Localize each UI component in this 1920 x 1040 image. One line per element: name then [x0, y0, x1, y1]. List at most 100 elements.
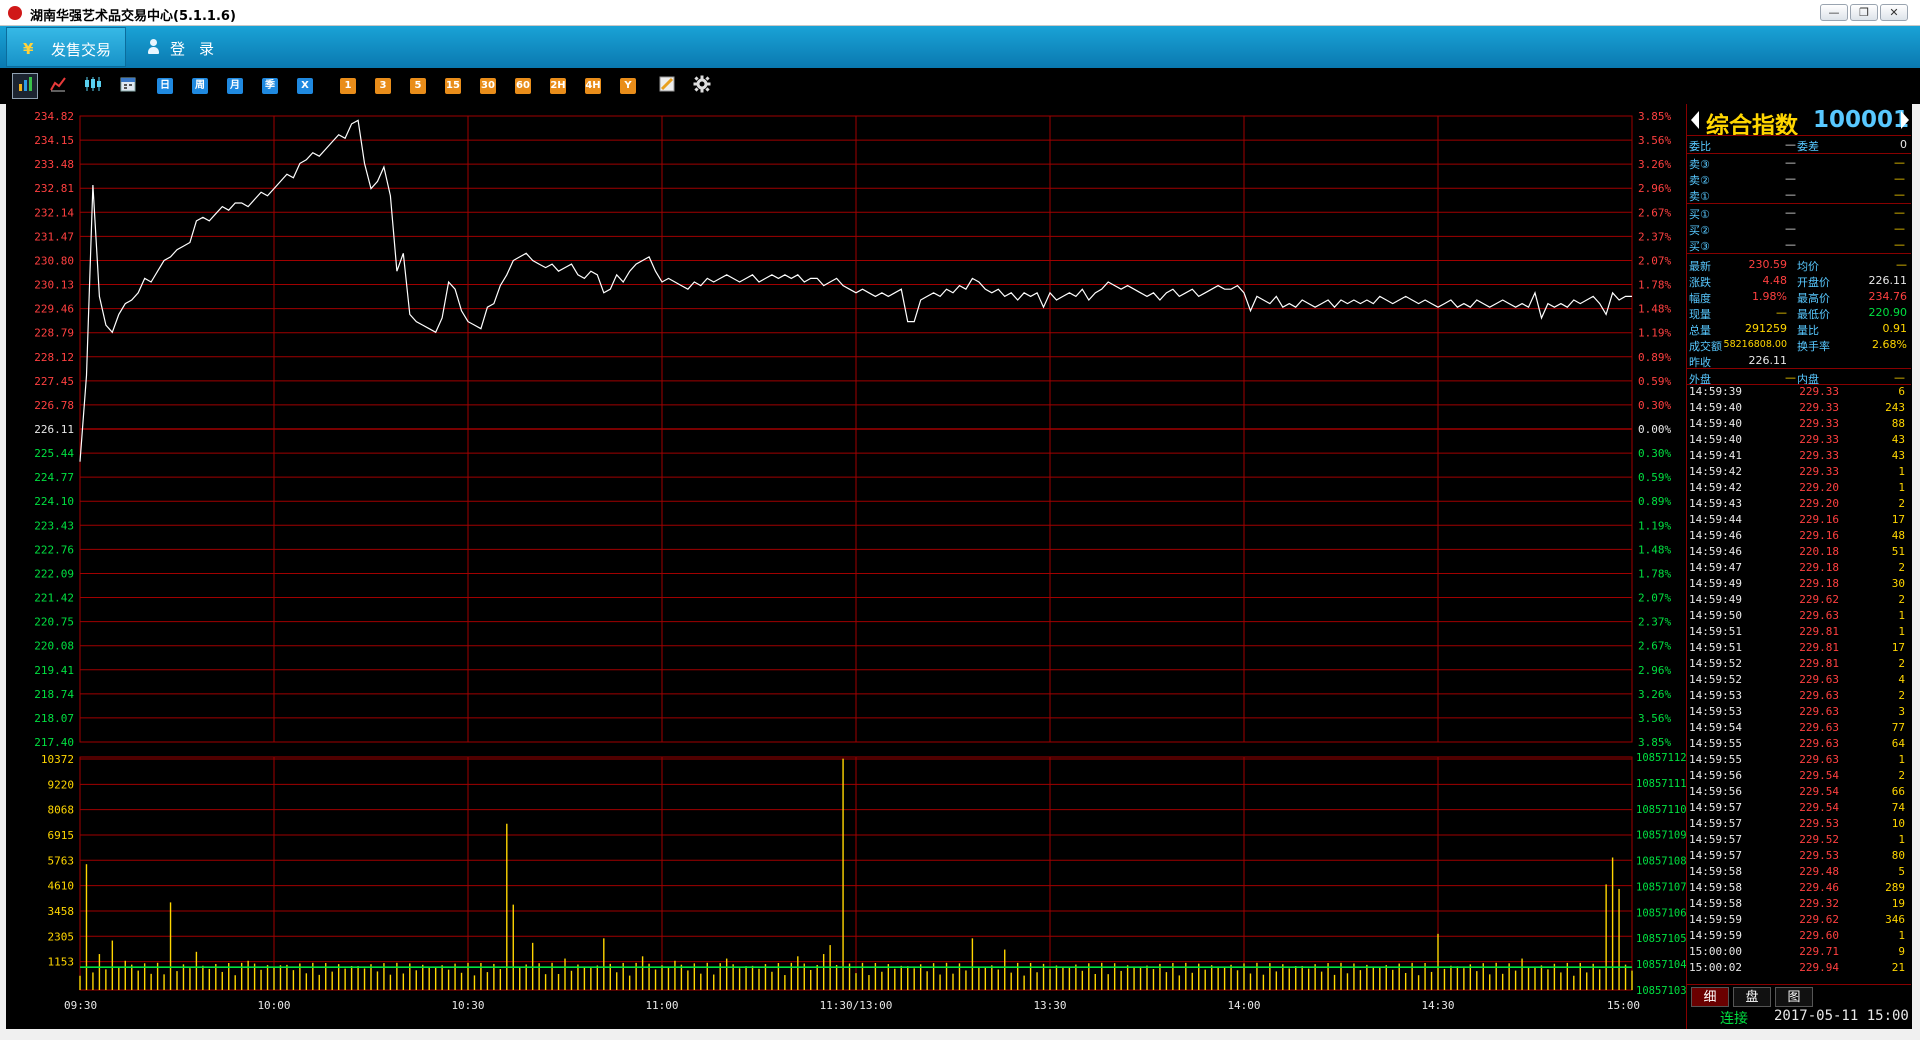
settings-gear-icon [693, 75, 711, 97]
period-button-5[interactable]: 5 [408, 76, 428, 96]
volume-right-tick-label: 10857111 [1636, 778, 1686, 790]
price-tick-label: 232.81 [34, 182, 74, 195]
close-button[interactable]: ✕ [1880, 4, 1908, 21]
tick-row: 14:59:56 229.54 2 [1687, 768, 1911, 784]
percent-tick-label: 1.48% [1638, 543, 1671, 556]
line-chart-button[interactable] [48, 76, 68, 96]
sell-level-row: 卖① — — [1687, 186, 1911, 203]
price-tick-label: 222.76 [34, 543, 74, 556]
tick-volume: 80 [1891, 849, 1905, 862]
price-tick-label: 218.07 [34, 712, 74, 725]
settings-gear-button[interactable] [692, 75, 712, 97]
tick-row: 14:59:53 229.63 2 [1687, 688, 1911, 704]
calendar-button[interactable] [118, 76, 138, 96]
time-axis-label: 10:30 [451, 999, 484, 1012]
stat-row: 昨收 226.11 [1687, 352, 1911, 369]
tick-volume: 3 [1898, 705, 1905, 718]
sell-level-label: 卖① [1689, 190, 1710, 203]
tick-row: 14:59:57 229.53 10 [1687, 816, 1911, 832]
period-button-label: X [297, 78, 313, 94]
tick-volume: 1 [1898, 481, 1905, 494]
price-tick-label: 223.43 [34, 519, 74, 532]
volume-right-tick-label: 10857109 [1636, 830, 1686, 842]
volume-tick-label: 5763 [48, 854, 75, 867]
percent-tick-label: 1.78% [1638, 567, 1671, 580]
period-button-X[interactable]: X [295, 76, 315, 96]
period-button-label: 30 [480, 78, 496, 94]
tick-price: 229.53 [1799, 849, 1839, 862]
period-button-日[interactable]: 日 [155, 76, 175, 96]
panel-tab-2[interactable]: 图 [1775, 987, 1813, 1007]
tick-row: 14:59:59 229.62 346 [1687, 912, 1911, 928]
period-button-4H[interactable]: 4H [583, 76, 603, 96]
percent-tick-label: 3.26% [1638, 158, 1671, 171]
wei-bi-label: 委比 [1689, 140, 1711, 153]
period-button-60[interactable]: 60 [513, 76, 533, 96]
tick-price: 229.20 [1799, 481, 1839, 494]
price-tick-label: 232.14 [34, 206, 74, 219]
percent-tick-label: 3.56% [1638, 134, 1671, 147]
percent-tick-label: 2.37% [1638, 230, 1671, 243]
tick-time: 14:59:52 [1689, 673, 1742, 686]
tick-price: 229.48 [1799, 865, 1839, 878]
tick-volume: 64 [1891, 737, 1905, 750]
maximize-button[interactable]: ❐ [1850, 4, 1878, 21]
volume-tick-label: 4610 [48, 880, 75, 893]
tick-row: 14:59:58 229.48 5 [1687, 864, 1911, 880]
tick-time: 14:59:59 [1689, 913, 1742, 926]
wei-cha-label: 委差 [1797, 140, 1819, 153]
yen-icon: ¥ [23, 40, 34, 58]
period-button-15[interactable]: 15 [443, 76, 463, 96]
volume-right-tick-label: 10857106 [1636, 907, 1686, 919]
prev-symbol-icon[interactable] [1691, 111, 1699, 129]
period-button-Y[interactable]: Y [618, 76, 638, 96]
period-button-月[interactable]: 月 [225, 76, 245, 96]
panel-tab-1[interactable]: 盘 [1733, 987, 1771, 1007]
bar-chart-button[interactable] [12, 73, 38, 99]
draw-tool-button[interactable] [657, 76, 677, 96]
percent-tick-label: 2.07% [1638, 592, 1671, 605]
candlestick-button[interactable] [83, 76, 103, 96]
period-button-label: 4H [585, 78, 601, 94]
inner-value: — [1894, 371, 1905, 384]
nav-trade-tab[interactable]: ¥ 发售交易 [6, 27, 126, 67]
stat-row: 最新 230.59 均价 — [1687, 256, 1911, 273]
symbol-code: 100001 [1813, 107, 1910, 133]
tick-volume: 2 [1898, 657, 1905, 670]
volume-tick-label: 6915 [48, 829, 75, 842]
next-symbol-icon[interactable] [1901, 111, 1909, 129]
tick-price: 229.18 [1799, 577, 1839, 590]
tick-time: 14:59:49 [1689, 577, 1742, 590]
volume-right-tick-label: 10857103 [1636, 985, 1686, 997]
period-button-1[interactable]: 1 [338, 76, 358, 96]
period-button-周[interactable]: 周 [190, 76, 210, 96]
nav-login-tab[interactable]: 登录 [140, 27, 240, 67]
tick-time: 14:59:58 [1689, 881, 1742, 894]
wei-bi-value: — [1785, 138, 1796, 151]
period-button-季[interactable]: 季 [260, 76, 280, 96]
tick-list[interactable]: 14:59:39 229.33 6 14:59:40 229.33 243 14:59:40… [1687, 384, 1911, 984]
tick-row: 14:59:50 229.63 1 [1687, 608, 1911, 624]
tick-price: 229.18 [1799, 561, 1839, 574]
tick-time: 14:59:40 [1689, 433, 1742, 446]
tick-time: 14:59:56 [1689, 769, 1742, 782]
period-button-30[interactable]: 30 [478, 76, 498, 96]
period-button-3[interactable]: 3 [373, 76, 393, 96]
tick-price: 229.94 [1799, 961, 1839, 974]
minimize-button[interactable]: — [1820, 4, 1848, 21]
buy-level-row: 买② — — [1687, 220, 1911, 237]
tick-volume: 289 [1885, 881, 1905, 894]
tick-volume: 1 [1898, 929, 1905, 942]
stat-row: 总量 291259 量比 0.91 [1687, 320, 1911, 337]
buy-level-volume: — [1894, 238, 1905, 251]
app-logo-icon [8, 6, 22, 20]
period-button-2H[interactable]: 2H [548, 76, 568, 96]
status-bar: 连接 2017-05-11 15:00 [1720, 1006, 1916, 1028]
stat-value: 4.48 [1762, 274, 1788, 287]
tick-price: 229.63 [1799, 609, 1839, 622]
tick-price: 229.46 [1799, 881, 1839, 894]
buy-level-price: — [1785, 206, 1796, 219]
panel-tab-0[interactable]: 细 [1691, 987, 1729, 1007]
tick-price: 229.71 [1799, 945, 1839, 958]
tick-volume: 346 [1885, 913, 1905, 926]
